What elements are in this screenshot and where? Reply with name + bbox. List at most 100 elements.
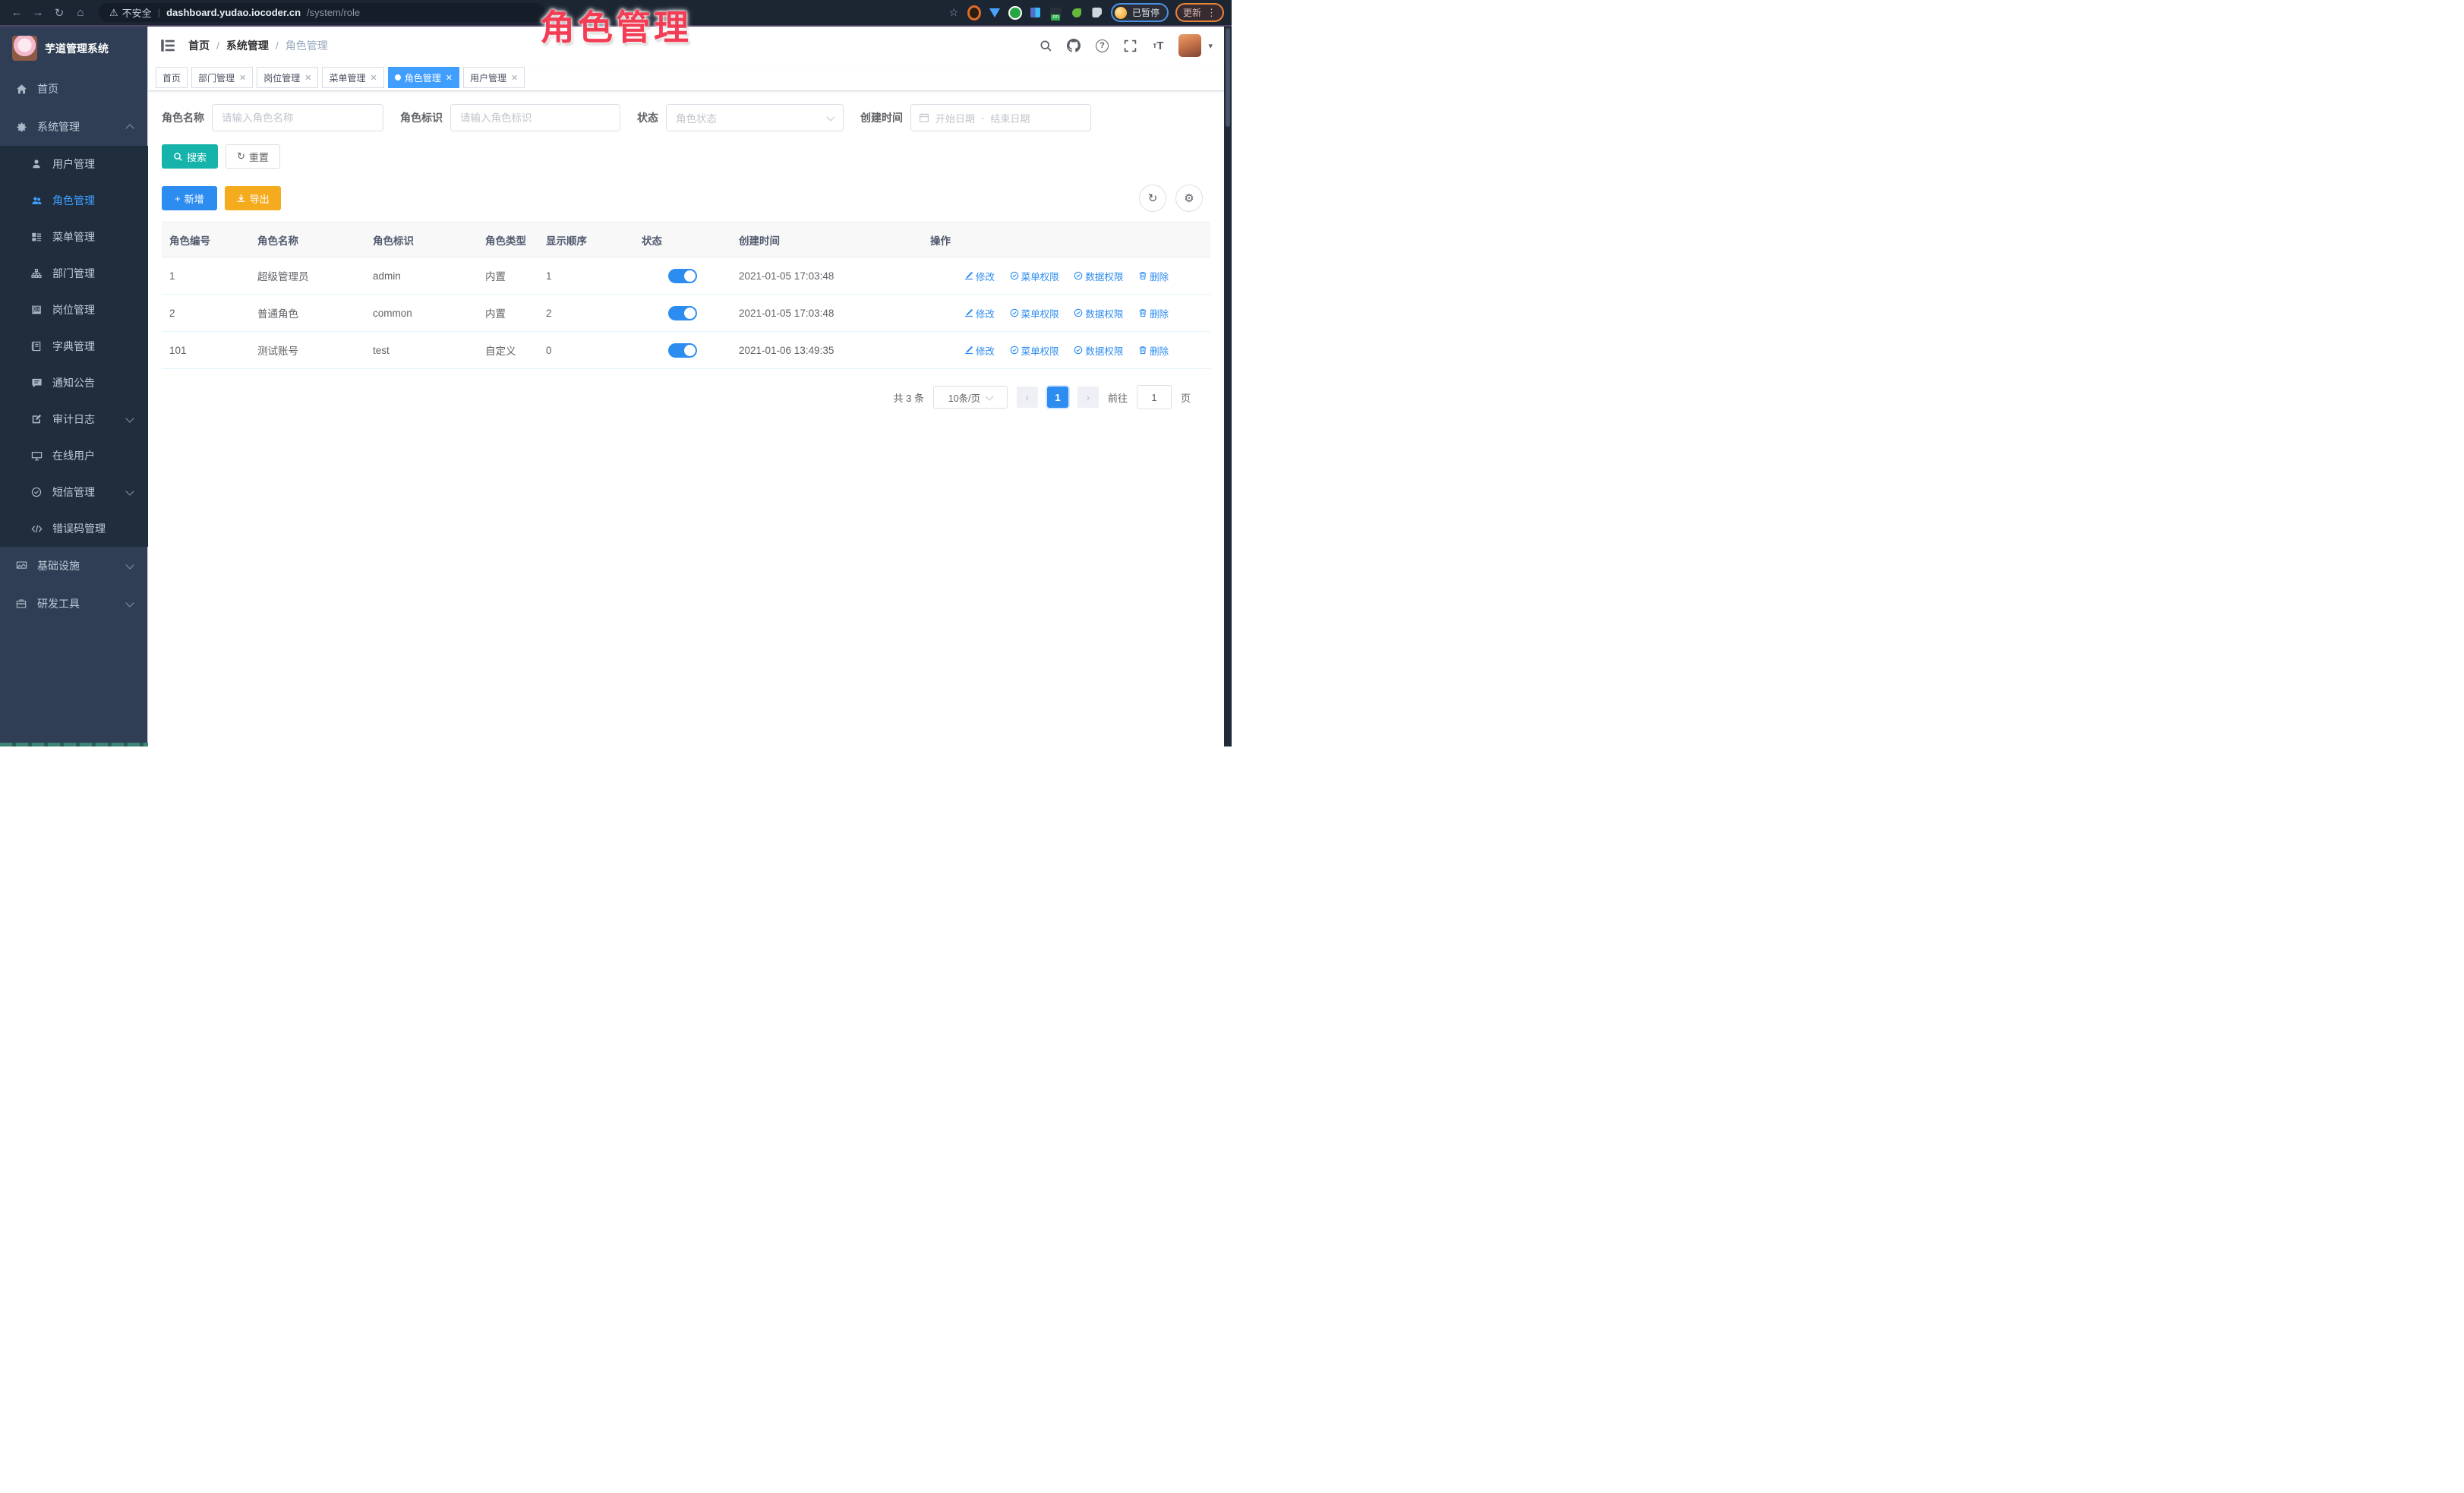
edit-link[interactable]: 修改 xyxy=(964,343,995,358)
sidebar-item-sms-mgmt[interactable]: 短信管理 xyxy=(0,474,148,510)
sidebar-item-post-mgmt[interactable]: 岗位管理 xyxy=(0,292,148,328)
scrollbar-thumb[interactable] xyxy=(1226,28,1230,127)
close-icon[interactable]: ✕ xyxy=(446,73,453,83)
edit-link[interactable]: 修改 xyxy=(964,269,995,283)
bookmark-star-icon[interactable]: ☆ xyxy=(947,6,961,20)
user-icon xyxy=(30,158,43,170)
delete-link[interactable]: 删除 xyxy=(1138,269,1169,283)
sidebar-item-infra[interactable]: 基础设施 xyxy=(0,547,148,585)
create-time-range-picker[interactable]: 开始日期 - 结束日期 xyxy=(910,104,1091,131)
help-icon[interactable]: ? xyxy=(1094,38,1109,53)
github-icon[interactable] xyxy=(1066,38,1081,53)
sidebar-item-user-mgmt[interactable]: 用户管理 xyxy=(0,146,148,182)
profile-paused-badge[interactable]: 已暂停 xyxy=(1111,3,1169,22)
close-icon[interactable]: ✕ xyxy=(511,73,518,83)
logo-row[interactable]: 芋道管理系统 xyxy=(0,27,148,70)
tab-label: 角色管理 xyxy=(405,71,441,84)
fullscreen-icon[interactable] xyxy=(1122,38,1137,53)
extension-icon-on-badge[interactable]: on xyxy=(1049,6,1063,20)
code-icon xyxy=(30,522,43,535)
next-page-button[interactable]: › xyxy=(1077,387,1099,408)
column-settings-button[interactable]: ⚙ xyxy=(1175,185,1203,212)
extension-icon-grid[interactable] xyxy=(1029,6,1043,20)
font-size-icon[interactable]: тT xyxy=(1150,38,1166,53)
tab-user[interactable]: 用户管理 ✕ xyxy=(463,67,525,88)
not-secure-warning[interactable]: ⚠ 不安全 xyxy=(109,5,152,20)
cell-display-order: 0 xyxy=(538,332,634,369)
extension-icon-leaf[interactable] xyxy=(1070,6,1084,20)
close-icon[interactable]: ✕ xyxy=(239,73,246,83)
sidebar-item-label: 短信管理 xyxy=(52,485,95,500)
sidebar-item-dict-mgmt[interactable]: 字典管理 xyxy=(0,328,148,365)
sidebar-item-online-users[interactable]: 在线用户 xyxy=(0,437,148,474)
close-icon[interactable]: ✕ xyxy=(371,73,377,83)
user-avatar[interactable] xyxy=(1178,34,1201,57)
breadcrumb-home[interactable]: 首页 xyxy=(188,38,210,53)
data-permission-link[interactable]: 数据权限 xyxy=(1074,306,1123,320)
menu-permission-link[interactable]: 菜单权限 xyxy=(1010,269,1059,283)
delete-link[interactable]: 删除 xyxy=(1138,343,1169,358)
address-bar[interactable]: ⚠ 不安全 | dashboard.yudao.iocoder.cn/syste… xyxy=(99,3,545,22)
export-button[interactable]: 导出 xyxy=(225,186,281,210)
back-icon[interactable]: ← xyxy=(8,4,26,22)
sidebar-item-audit-log[interactable]: 审计日志 xyxy=(0,401,148,437)
edit-link[interactable]: 修改 xyxy=(964,306,995,320)
sidebar-item-home[interactable]: 首页 xyxy=(0,70,148,108)
data-permission-link[interactable]: 数据权限 xyxy=(1074,343,1123,358)
refresh-table-button[interactable]: ↻ xyxy=(1139,185,1166,212)
role-name-input[interactable] xyxy=(212,104,383,131)
total-count: 共 3 条 xyxy=(894,390,924,405)
tab-menu[interactable]: 菜单管理 ✕ xyxy=(322,67,383,88)
menu-permission-link[interactable]: 菜单权限 xyxy=(1010,306,1059,320)
chrome-toolbar-right: ☆ on 已暂停 更新 ⋮ xyxy=(947,3,1224,22)
extension-icon-green-circle[interactable] xyxy=(1008,6,1022,20)
chevron-down-icon xyxy=(125,598,134,607)
status-toggle-on[interactable] xyxy=(668,269,697,283)
cell-create-time: 2021-01-06 13:49:35 xyxy=(731,332,923,369)
forward-icon[interactable]: → xyxy=(29,4,47,22)
chrome-menu-icon[interactable]: ⋮ xyxy=(1207,7,1216,19)
sidebar-toggle-icon[interactable] xyxy=(159,37,176,54)
sidebar-item-dept-mgmt[interactable]: 部门管理 xyxy=(0,255,148,292)
avatar-caret-icon[interactable]: ▾ xyxy=(1208,41,1213,51)
cell-role-id: 2 xyxy=(162,295,250,332)
close-icon[interactable]: ✕ xyxy=(304,73,311,83)
extension-icon-puzzle[interactable] xyxy=(1090,6,1104,20)
sidebar-item-menu-mgmt[interactable]: 菜单管理 xyxy=(0,219,148,255)
tab-role-active[interactable]: 角色管理 ✕ xyxy=(388,67,459,88)
chrome-update-button[interactable]: 更新 ⋮ xyxy=(1175,3,1224,22)
tab-post[interactable]: 岗位管理 ✕ xyxy=(257,67,318,88)
sidebar-item-role-mgmt[interactable]: 角色管理 xyxy=(0,182,148,219)
home-icon[interactable]: ⌂ xyxy=(71,4,90,22)
goto-page-input[interactable] xyxy=(1137,385,1172,409)
status-toggle-on[interactable] xyxy=(668,306,697,320)
sidebar-item-notice[interactable]: 通知公告 xyxy=(0,365,148,401)
audit-log-icon xyxy=(30,413,43,425)
status-select[interactable]: 角色状态 xyxy=(666,104,844,131)
page-size-select[interactable]: 10条/页 xyxy=(933,386,1008,409)
search-button[interactable]: 搜索 xyxy=(162,144,218,169)
breadcrumb-system[interactable]: 系统管理 xyxy=(226,38,269,53)
sidebar-item-system[interactable]: 系统管理 xyxy=(0,108,148,146)
range-separator: - xyxy=(981,112,984,124)
tab-dept[interactable]: 部门管理 ✕ xyxy=(191,67,253,88)
status-toggle-on[interactable] xyxy=(668,343,697,358)
sidebar-item-devtool[interactable]: 研发工具 xyxy=(0,585,148,623)
current-page-button[interactable]: 1 xyxy=(1047,387,1068,408)
reload-icon[interactable]: ↻ xyxy=(50,4,68,22)
extension-icon-orange[interactable] xyxy=(967,6,981,20)
screen-share-strip xyxy=(0,743,148,746)
sidebar-item-errcode-mgmt[interactable]: 错误码管理 xyxy=(0,510,148,547)
role-name-label: 角色名称 xyxy=(162,110,204,125)
role-key-input[interactable] xyxy=(450,104,620,131)
tab-home[interactable]: 首页 xyxy=(156,67,188,88)
menu-permission-link[interactable]: 菜单权限 xyxy=(1010,343,1059,358)
data-permission-link[interactable]: 数据权限 xyxy=(1074,269,1123,283)
add-button[interactable]: + 新增 xyxy=(162,186,217,210)
window-scrollbar[interactable] xyxy=(1224,27,1232,746)
extension-icon-blue-shield[interactable] xyxy=(988,6,1002,20)
delete-link[interactable]: 删除 xyxy=(1138,306,1169,320)
reset-button[interactable]: ↻ 重置 xyxy=(226,144,280,169)
prev-page-button[interactable]: ‹ xyxy=(1017,387,1038,408)
search-icon[interactable] xyxy=(1038,38,1053,53)
